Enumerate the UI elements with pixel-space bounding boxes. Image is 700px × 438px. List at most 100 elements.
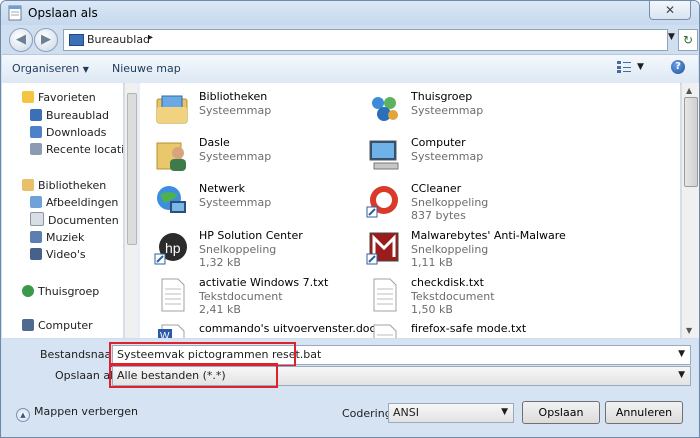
- window-title: Opslaan als: [28, 6, 98, 20]
- libraries-folder-icon: [156, 95, 188, 124]
- file-type: Systeemmap: [411, 150, 484, 163]
- text-document-icon: [373, 324, 397, 338]
- save-as-dialog: Opslaan als ✕ ◀ ▶ Bureaublad ▸ ▼ ↻ Organ…: [0, 0, 700, 438]
- close-button[interactable]: ✕: [649, 1, 691, 20]
- cancel-button[interactable]: Annuleren: [605, 401, 683, 424]
- file-list-scroll-thumb[interactable]: [684, 97, 698, 187]
- sidebar-label: Afbeeldingen: [46, 196, 119, 209]
- organize-button[interactable]: Organiseren ▼: [12, 62, 89, 75]
- list-item[interactable]: CCleaner Snelkoppeling 837 bytes: [352, 179, 612, 223]
- sidebar-item-music[interactable]: Muziek: [30, 229, 84, 246]
- file-type-dropdown-icon[interactable]: ▼: [678, 370, 685, 380]
- sidebar-item-downloads[interactable]: Downloads: [30, 124, 106, 141]
- file-type: Snelkoppeling: [199, 243, 277, 256]
- forward-button[interactable]: ▶: [34, 28, 58, 52]
- desktop-icon: [30, 109, 42, 121]
- notepad-icon: [8, 5, 22, 21]
- encoding-select[interactable]: ANSI ▼: [388, 403, 514, 423]
- svg-text:hp: hp: [165, 240, 181, 256]
- sidebar-label: Downloads: [46, 126, 107, 139]
- file-name: Bibliotheken: [199, 90, 268, 103]
- computer-icon: [22, 319, 34, 331]
- file-name: Netwerk: [199, 182, 245, 195]
- ccleaner-icon: [366, 186, 398, 218]
- save-button[interactable]: Opslaan: [522, 401, 600, 424]
- file-name: Computer: [411, 136, 466, 149]
- file-type: Tekstdocument: [411, 290, 495, 303]
- file-type: Snelkoppeling: [411, 243, 489, 256]
- sidebar-label: Muziek: [46, 231, 85, 244]
- back-button[interactable]: ◀: [9, 28, 33, 52]
- documents-icon: [30, 212, 44, 226]
- sidebar-label: Favorieten: [38, 91, 96, 104]
- chevron-down-icon: ▼: [82, 65, 89, 74]
- file-type: Tekstdocument: [199, 290, 283, 303]
- breadcrumb-chevron-icon[interactable]: ▸: [148, 32, 153, 43]
- save-form: Bestandsnaam: Systeemvak pictogrammen re…: [2, 339, 698, 437]
- navigation-bar: ◀ ▶ Bureaublad ▸ ▼ ↻: [1, 25, 699, 53]
- refresh-button[interactable]: ↻: [678, 29, 698, 51]
- view-options-icon[interactable]: [617, 61, 631, 73]
- library-icon: [22, 179, 34, 191]
- sidebar-item-desktop[interactable]: Bureaublad: [30, 107, 109, 124]
- downloads-icon: [30, 126, 42, 138]
- scroll-up-icon[interactable]: ▲: [686, 86, 692, 95]
- list-item[interactable]: checkdisk.txt Tekstdocument 1,50 kB: [352, 273, 612, 317]
- file-name: checkdisk.txt: [411, 276, 484, 289]
- file-size: 2,41 kB: [199, 303, 241, 316]
- help-button[interactable]: ?: [671, 60, 685, 74]
- encoding-dropdown-icon[interactable]: ▼: [501, 407, 508, 417]
- videos-icon: [30, 248, 42, 260]
- sidebar-scroll-thumb[interactable]: [127, 93, 137, 245]
- file-name: CCleaner: [411, 182, 462, 195]
- command-bar: Organiseren ▼ Nieuwe map ▼ ?: [2, 54, 698, 84]
- title-bar: Opslaan als ✕: [1, 1, 699, 25]
- sidebar-item-computer[interactable]: Computer: [22, 317, 93, 334]
- file-name: Dasle: [199, 136, 230, 149]
- computer-icon: [369, 140, 399, 170]
- text-document-icon: [373, 278, 397, 312]
- sidebar-item-recent[interactable]: Recente locaties: [30, 141, 123, 158]
- list-item[interactable]: firefox-safe mode.txt: [352, 319, 612, 338]
- new-folder-button[interactable]: Nieuwe map: [112, 62, 181, 75]
- homegroup-icon: [372, 97, 398, 121]
- hp-logo-icon: hp: [154, 233, 187, 265]
- music-icon: [30, 231, 42, 243]
- sidebar-label: Video's: [46, 248, 86, 261]
- sidebar-scrollbar[interactable]: [124, 83, 137, 338]
- file-size: 1,11 kB: [411, 256, 453, 269]
- hide-folders-label: Mappen verbergen: [34, 405, 139, 418]
- refresh-icon: ↻: [682, 33, 694, 47]
- file-list: Bibliotheken Systeemmap Thuisgroep Syste…: [140, 83, 680, 338]
- file-name: HP Solution Center: [199, 229, 303, 242]
- file-list-scrollbar[interactable]: ▲ ▼: [681, 83, 699, 338]
- sidebar-item-videos[interactable]: Video's: [30, 246, 86, 263]
- sidebar-item-homegroup[interactable]: Thuisgroep: [22, 283, 99, 300]
- sidebar-item-documents[interactable]: Documenten: [30, 212, 119, 229]
- sidebar-label: Computer: [38, 319, 93, 332]
- address-location[interactable]: Bureaublad: [87, 33, 150, 46]
- svg-text:W: W: [160, 331, 170, 338]
- navigation-pane: Favorieten Bureaublad Downloads Recente …: [2, 83, 123, 338]
- address-dropdown-icon[interactable]: ▼: [668, 32, 675, 42]
- file-type: Snelkoppeling: [411, 196, 489, 209]
- sidebar-label: Bureaublad: [46, 109, 110, 122]
- scroll-down-icon[interactable]: ▼: [686, 326, 692, 335]
- sidebar-item-libraries[interactable]: Bibliotheken: [22, 177, 106, 194]
- filename-dropdown-icon[interactable]: ▼: [678, 349, 685, 359]
- hide-folders-toggle[interactable]: ▲ Mappen verbergen: [16, 405, 138, 422]
- list-item[interactable]: Computer Systeemmap: [352, 133, 612, 177]
- list-item[interactable]: Thuisgroep Systeemmap: [352, 87, 612, 131]
- sidebar-item-pictures[interactable]: Afbeeldingen: [30, 194, 118, 211]
- file-name: firefox-safe mode.txt: [411, 322, 527, 335]
- list-item[interactable]: Malwarebytes' Anti-Malware Snelkoppeling…: [352, 226, 612, 270]
- organize-label: Organiseren: [12, 62, 80, 75]
- view-dropdown-icon[interactable]: ▼: [637, 62, 644, 72]
- word-document-icon: W: [158, 324, 185, 338]
- sidebar-item-favorites[interactable]: Favorieten: [22, 89, 96, 106]
- sidebar-label: Thuisgroep: [38, 285, 100, 298]
- file-name: Thuisgroep: [411, 90, 473, 103]
- file-size: 837 bytes: [411, 209, 466, 222]
- address-bar[interactable]: Bureaublad ▸: [63, 29, 668, 51]
- file-type: Systeemmap: [199, 104, 272, 117]
